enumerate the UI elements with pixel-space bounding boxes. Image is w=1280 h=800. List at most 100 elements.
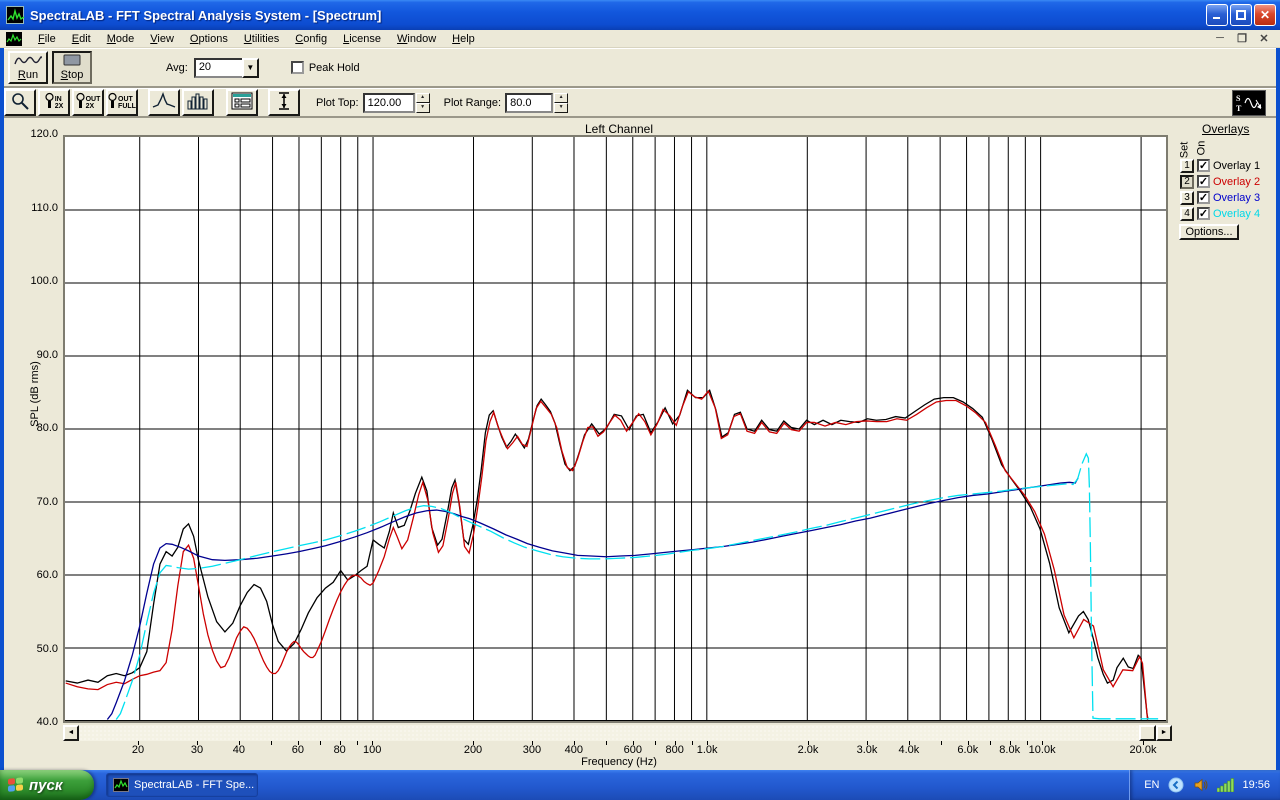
overlay-checkbox-1[interactable]: ✓ bbox=[1197, 159, 1210, 172]
zoom-cursor-button[interactable] bbox=[4, 89, 36, 116]
menu-view[interactable]: View bbox=[142, 31, 182, 47]
spectrum-chart-panel: Left Channel SPL (dB rms) 120.0110.0100.… bbox=[4, 118, 1276, 770]
peak-hold-label: Peak Hold bbox=[309, 62, 360, 74]
x-tick-mark bbox=[320, 741, 321, 745]
plot-top-spinner[interactable]: ▲▼ bbox=[416, 93, 430, 113]
taskbar-item-label: SpectraLAB - FFT Spe... bbox=[134, 779, 254, 791]
stop-label: Stop bbox=[61, 69, 84, 81]
menu-options[interactable]: Options bbox=[182, 31, 236, 47]
volume-icon[interactable] bbox=[1192, 777, 1209, 794]
magnifier-icon bbox=[45, 92, 54, 113]
y-tick-50.0: 50.0 bbox=[18, 643, 58, 655]
menu-utilities[interactable]: Utilities bbox=[236, 31, 287, 47]
plot-range-input[interactable] bbox=[505, 93, 553, 113]
x-tick-80: 80 bbox=[334, 744, 346, 756]
system-tray: EN 19:56 bbox=[1129, 770, 1280, 800]
menu-help[interactable]: Help bbox=[444, 31, 483, 47]
overlay-label-3: Overlay 3 bbox=[1213, 192, 1260, 204]
avg-value: 20 bbox=[194, 58, 242, 78]
menu-edit[interactable]: Edit bbox=[64, 31, 99, 47]
bar-view-button[interactable] bbox=[182, 89, 214, 116]
scroll-right-arrow[interactable]: ► bbox=[1156, 725, 1172, 741]
y-tick-80.0: 80.0 bbox=[18, 422, 58, 434]
y-tick-120.0: 120.0 bbox=[18, 128, 58, 140]
mdi-close-button[interactable]: ✕ bbox=[1256, 32, 1272, 45]
plot-top-input[interactable] bbox=[363, 93, 415, 113]
hide-icons-chevron-icon[interactable] bbox=[1167, 777, 1184, 794]
close-button[interactable]: ✕ bbox=[1254, 4, 1276, 26]
x-tick-20.0k: 20.0k bbox=[1130, 744, 1157, 756]
frequency-scrollbar[interactable]: ◄ ► bbox=[63, 725, 1172, 741]
plot-toolbar: IN2X OUT2X OUTFULL Plot Top: ▲▼ Plot Ran… bbox=[0, 88, 1280, 118]
mdi-restore-button[interactable]: ❐ bbox=[1234, 32, 1250, 45]
minimize-button[interactable] bbox=[1206, 4, 1228, 26]
x-tick-4.0k: 4.0k bbox=[898, 744, 919, 756]
menu-license[interactable]: License bbox=[335, 31, 389, 47]
x-tick-30: 30 bbox=[191, 744, 203, 756]
plot-area[interactable] bbox=[63, 135, 1168, 723]
overlay-set-button-4[interactable]: 4 bbox=[1180, 207, 1194, 221]
x-tick-mark bbox=[1027, 741, 1028, 745]
overlays-heading: Overlays bbox=[1202, 122, 1249, 136]
x-tick-40: 40 bbox=[233, 744, 245, 756]
taskbar-item-spectralab[interactable]: SpectraLAB - FFT Spe... bbox=[106, 773, 258, 797]
overlays-panel: Overlays Set On 1✓Overlay 12✓Overlay 23✓… bbox=[1178, 118, 1276, 770]
spectrum-curve-icon bbox=[152, 92, 176, 113]
run-button[interactable]: Run bbox=[8, 51, 48, 84]
x-tick-100: 100 bbox=[363, 744, 381, 756]
x-tick-2.0k: 2.0k bbox=[798, 744, 819, 756]
x-tick-mark bbox=[692, 741, 693, 745]
svg-text:T: T bbox=[1236, 104, 1242, 113]
language-indicator[interactable]: EN bbox=[1144, 779, 1159, 791]
x-tick-3.0k: 3.0k bbox=[857, 744, 878, 756]
plot-range-spinner[interactable]: ▲▼ bbox=[554, 93, 568, 113]
overlay-label-4: Overlay 4 bbox=[1213, 208, 1260, 220]
app-icon bbox=[6, 6, 24, 24]
overlay-label-1: Overlay 1 bbox=[1213, 160, 1260, 172]
mdi-minimize-button[interactable]: ─ bbox=[1212, 32, 1228, 45]
start-button[interactable]: пуск bbox=[0, 770, 94, 800]
overlay-checkbox-4[interactable]: ✓ bbox=[1197, 207, 1210, 220]
spectrum-view-button[interactable] bbox=[148, 89, 180, 116]
display-options-button[interactable] bbox=[226, 89, 258, 116]
overlay-set-button-2[interactable]: 2 bbox=[1180, 175, 1194, 189]
zoom-out-full-button[interactable]: OUTFULL bbox=[106, 89, 138, 116]
scale-range-button[interactable] bbox=[268, 89, 300, 116]
menu-mode[interactable]: Mode bbox=[99, 31, 143, 47]
x-tick-200: 200 bbox=[464, 744, 482, 756]
plot-range-label: Plot Range: bbox=[444, 97, 501, 109]
zoom-in-2x-button[interactable]: IN2X bbox=[38, 89, 70, 116]
overlays-set-label: Set bbox=[1178, 142, 1190, 159]
overlay-set-button-3[interactable]: 3 bbox=[1180, 191, 1194, 205]
maximize-button[interactable] bbox=[1230, 4, 1252, 26]
y-tick-100.0: 100.0 bbox=[18, 275, 58, 287]
overlay-set-button-1[interactable]: 1 bbox=[1180, 159, 1194, 173]
window-title: SpectraLAB - FFT Spectral Analysis Syste… bbox=[30, 8, 381, 23]
avg-dropdown[interactable]: 20 ▼ bbox=[194, 58, 259, 78]
menu-window[interactable]: Window bbox=[389, 31, 444, 47]
signal-generator-button[interactable]: ST bbox=[1232, 90, 1266, 116]
y-tick-70.0: 70.0 bbox=[18, 496, 58, 508]
title-bar: SpectraLAB - FFT Spectral Analysis Syste… bbox=[0, 0, 1280, 30]
vertical-range-icon bbox=[276, 91, 292, 114]
menu-config[interactable]: Config bbox=[287, 31, 335, 47]
x-tick-6.0k: 6.0k bbox=[957, 744, 978, 756]
scrollbar-thumb[interactable] bbox=[1139, 725, 1156, 741]
x-tick-600: 600 bbox=[624, 744, 642, 756]
y-tick-60.0: 60.0 bbox=[18, 569, 58, 581]
scroll-left-arrow[interactable]: ◄ bbox=[63, 725, 79, 741]
peak-hold-checkbox[interactable] bbox=[291, 61, 304, 74]
x-tick-mark bbox=[941, 741, 942, 745]
chevron-down-icon[interactable]: ▼ bbox=[242, 58, 259, 78]
window-border-right bbox=[1276, 48, 1280, 770]
overlay-checkbox-2[interactable]: ✓ bbox=[1197, 175, 1210, 188]
overlay-options-button[interactable]: Options... bbox=[1179, 224, 1239, 240]
overlay-checkbox-3[interactable]: ✓ bbox=[1197, 191, 1210, 204]
overlay-label-2: Overlay 2 bbox=[1213, 176, 1260, 188]
menu-file[interactable]: File bbox=[30, 31, 64, 47]
transport-toolbar: Run Stop Avg: 20 ▼ Peak Hold bbox=[0, 48, 1280, 88]
stop-button[interactable]: Stop bbox=[52, 51, 92, 84]
x-tick-8.0k: 8.0k bbox=[999, 744, 1020, 756]
network-signal-icon[interactable] bbox=[1217, 777, 1234, 794]
zoom-out-2x-button[interactable]: OUT2X bbox=[72, 89, 104, 116]
